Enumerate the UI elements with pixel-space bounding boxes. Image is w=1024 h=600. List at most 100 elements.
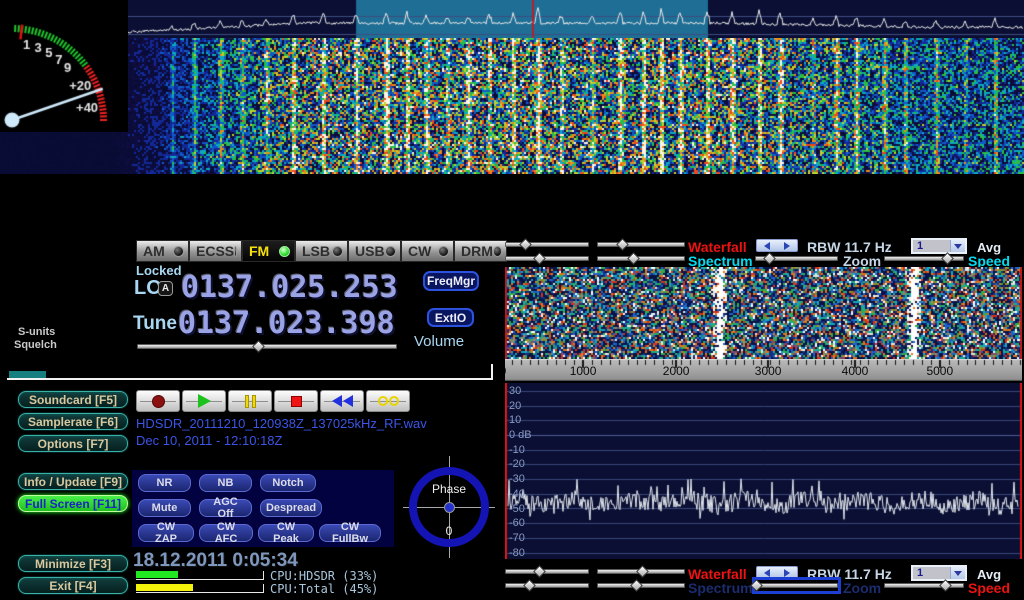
mode-usb-button[interactable]: USB — [348, 240, 401, 262]
options-button[interactable]: Options [F7] — [18, 435, 128, 452]
minimize-button[interactable]: Minimize [F3] — [18, 555, 128, 572]
spectrum-contrast-slider-bottom[interactable] — [505, 580, 589, 591]
play-button[interactable] — [182, 390, 226, 412]
speed-slider-top[interactable] — [884, 253, 964, 264]
slider-thumb[interactable] — [627, 252, 640, 265]
nr-button[interactable]: NR — [138, 474, 191, 492]
mode-label: DRM — [461, 243, 493, 259]
cpu-hdsdr-fill — [136, 571, 178, 578]
stop-button[interactable] — [274, 390, 318, 412]
rewind-button[interactable] — [320, 390, 364, 412]
af-frequency-ruler[interactable]: 010002000300040005000 — [505, 359, 1022, 381]
s-meter[interactable] — [0, 0, 128, 132]
rbw-decrease-icon[interactable] — [764, 242, 770, 250]
waterfall-contrast-slider-bottom[interactable] — [505, 566, 589, 577]
speed-slider-bottom[interactable] — [884, 580, 964, 591]
loop-button[interactable] — [366, 390, 410, 412]
mode-ecss-button[interactable]: ECSS — [189, 240, 242, 262]
slider-thumb[interactable] — [763, 252, 776, 265]
rf-spectrum-display[interactable]: 0 dB-50-100 — [0, 0, 1024, 38]
info-update-button[interactable]: Info / Update [F9] — [18, 473, 128, 490]
af-spectrum-canvas — [505, 383, 1022, 559]
volume-slider-track — [137, 344, 397, 349]
zoom-slider-top[interactable] — [755, 253, 838, 264]
pause-button[interactable] — [228, 390, 272, 412]
db-tick-label: -80 — [509, 547, 525, 559]
cpu-total-fill — [136, 584, 193, 591]
speed-label-bottom: Speed — [968, 580, 1010, 596]
af-waterfall-display[interactable] — [505, 267, 1022, 359]
cpu-hdsdr-bar — [136, 571, 264, 580]
slider-thumb[interactable] — [519, 238, 532, 251]
agc-off-button[interactable]: AGC Off — [199, 499, 252, 517]
cw-afc-button[interactable]: CW AFC — [199, 524, 253, 542]
phase-dial[interactable]: Phase 0 — [403, 456, 495, 558]
avg-combo-value: 1 — [913, 567, 950, 579]
locked-label: Locked — [136, 263, 182, 278]
spectrum-contrast-slider-top[interactable] — [505, 253, 589, 264]
lo-auto-badge[interactable]: A — [158, 281, 173, 296]
mode-am-button[interactable]: AM — [136, 240, 189, 262]
spectrum-label-bottom: Spectrum — [688, 580, 753, 596]
waterfall-brightness-slider-bottom[interactable] — [597, 566, 685, 577]
slider-thumb[interactable] — [636, 565, 649, 578]
despread-button[interactable]: Despread — [260, 499, 322, 517]
ruler-tick-label: 0 — [505, 364, 506, 378]
soundcard-button[interactable]: Soundcard [F5] — [18, 391, 128, 408]
af-spectrum-display[interactable]: 3020100 dB-10-20-30-40-50-60-70-80 — [505, 383, 1022, 559]
mode-lsb-button[interactable]: LSB — [295, 240, 348, 262]
ruler-tick-label: 3000 — [755, 364, 782, 378]
fullscreen-button[interactable]: Full Screen [F11] — [18, 495, 128, 512]
slider-thumb[interactable] — [940, 579, 953, 592]
mute-button[interactable]: Mute — [138, 499, 191, 517]
exit-button[interactable]: Exit [F4] — [18, 577, 128, 594]
waterfall-contrast-slider-top[interactable] — [505, 239, 589, 250]
spectrum-brightness-slider-top[interactable] — [597, 253, 685, 264]
db-tick-label: -10 — [509, 444, 525, 456]
cw-fullbw-button[interactable]: CW FullBw — [319, 524, 381, 542]
cw-zap-button[interactable]: CW ZAP — [138, 524, 194, 542]
mode-led-icon — [234, 246, 237, 257]
mode-fm-button[interactable]: FM — [242, 240, 295, 262]
squelch-slider-line[interactable] — [7, 378, 493, 380]
slider-thumb[interactable] — [941, 252, 954, 265]
slider-thumb[interactable] — [617, 238, 630, 251]
waterfall-brightness-slider-top[interactable] — [597, 239, 685, 250]
loop-icon — [378, 396, 399, 406]
mode-drm-button[interactable]: DRM — [454, 240, 507, 262]
tune-frequency-display[interactable]: 0137.023.398 — [178, 306, 395, 341]
mode-led-icon — [173, 246, 184, 257]
rbw-spinner-top[interactable] — [756, 239, 798, 252]
record-button[interactable] — [136, 390, 180, 412]
volume-slider-thumb[interactable] — [252, 340, 265, 353]
db-tick-label: -60 — [509, 517, 525, 529]
rbw-decrease-icon[interactable] — [764, 569, 770, 577]
db-tick-label: -30 — [509, 473, 525, 485]
slider-thumb[interactable] — [533, 252, 546, 265]
avg-combo-top[interactable]: 1 — [911, 238, 967, 254]
dsp-panel: NR NB Notch Mute AGC Off Despread CW ZAP… — [132, 470, 394, 547]
lo-frequency-display[interactable]: 0137.025.253 — [181, 270, 398, 305]
combo-dropdown-icon[interactable] — [950, 240, 965, 252]
slider-thumb[interactable] — [630, 579, 643, 592]
volume-slider[interactable] — [137, 341, 397, 352]
nb-button[interactable]: NB — [199, 474, 252, 492]
mode-cw-button[interactable]: CW — [401, 240, 454, 262]
freqmgr-button[interactable]: FreqMgr — [423, 271, 479, 291]
slider-thumb[interactable] — [533, 565, 546, 578]
combo-dropdown-icon[interactable] — [950, 567, 965, 579]
avg-combo-value: 1 — [913, 240, 950, 252]
rbw-increase-icon[interactable] — [784, 242, 790, 250]
slider-thumb[interactable] — [523, 579, 536, 592]
af-spectrum-db-labels: 3020100 dB-10-20-30-40-50-60-70-80 — [505, 383, 555, 559]
rbw-increase-icon[interactable] — [784, 569, 790, 577]
extio-button[interactable]: ExtIO — [427, 308, 474, 327]
mode-label: FM — [249, 243, 269, 259]
notch-button[interactable]: Notch — [260, 474, 316, 492]
zoom-slider-bottom[interactable] — [755, 580, 838, 591]
spectrum-brightness-slider-bottom[interactable] — [597, 580, 685, 591]
samplerate-button[interactable]: Samplerate [F6] — [18, 413, 128, 430]
cw-peak-button[interactable]: CW Peak — [258, 524, 314, 542]
rbw-spinner-bottom[interactable] — [756, 566, 798, 579]
avg-combo-bottom[interactable]: 1 — [911, 565, 967, 581]
